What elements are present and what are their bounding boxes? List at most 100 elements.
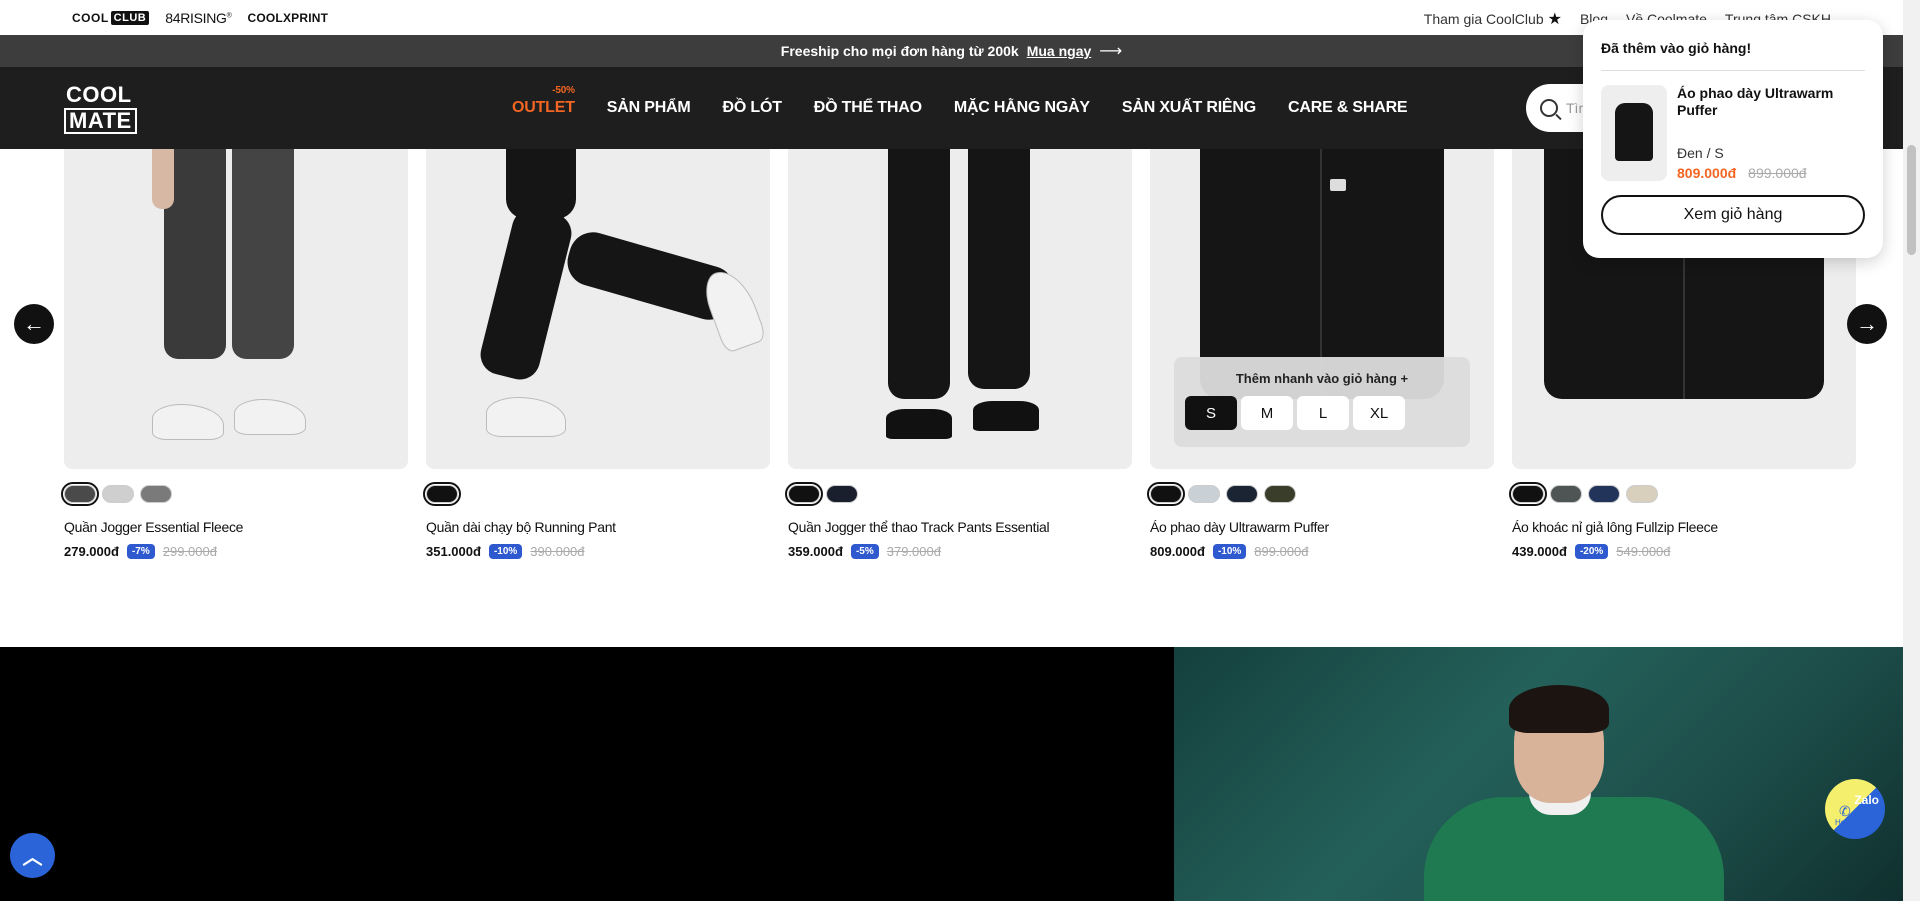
old-price: 299.000đ bbox=[162, 544, 217, 559]
product-name[interactable]: Áo phao dày Ultrawarm Puffer bbox=[1150, 519, 1494, 535]
color-swatch[interactable] bbox=[1626, 485, 1658, 503]
84rising-text: 84RISING bbox=[165, 10, 227, 26]
popup-product-thumbnail bbox=[1601, 85, 1667, 181]
old-price: 899.000đ bbox=[1254, 544, 1309, 559]
product-image[interactable] bbox=[426, 149, 770, 469]
size-option-l[interactable]: L bbox=[1297, 396, 1349, 430]
page-scrollbar[interactable] bbox=[1903, 0, 1920, 901]
color-swatch[interactable] bbox=[1226, 485, 1258, 503]
product-price: 439.000đ bbox=[1512, 544, 1567, 559]
color-swatch[interactable] bbox=[1550, 485, 1582, 503]
nav-item-outlet-label: OUTLET bbox=[512, 99, 575, 116]
popup-title: Đã thêm vào giỏ hàng! bbox=[1601, 40, 1865, 71]
back-to-top-button[interactable]: ︿ bbox=[10, 833, 55, 878]
old-price: 390.000đ bbox=[530, 544, 585, 559]
discount-badge: -10% bbox=[488, 544, 523, 559]
nav-item-products[interactable]: SẢN PHẨM bbox=[607, 99, 691, 117]
coolclub-brand-link[interactable]: COOL CLUB bbox=[72, 11, 150, 25]
product-card[interactable]: Quần Jogger thể thao Track Pants Essenti… bbox=[785, 149, 1132, 559]
color-swatches bbox=[61, 482, 408, 506]
discount-badge: -5% bbox=[850, 544, 879, 559]
view-cart-button[interactable]: Xem giỏ hàng bbox=[1601, 195, 1865, 235]
arrow-right-icon: ⟶ bbox=[1099, 43, 1123, 60]
nav-item-underwear[interactable]: ĐỒ LÓT bbox=[723, 99, 782, 117]
color-swatch[interactable] bbox=[1188, 485, 1220, 503]
coolxprint-brand-link[interactable]: COOLXPRINT bbox=[248, 11, 329, 25]
product-card[interactable]: Quần dài chạy bộ Running Pant 351.000đ -… bbox=[423, 149, 770, 559]
size-option-xl[interactable]: XL bbox=[1353, 396, 1405, 430]
product-card[interactable]: Quần Jogger Essential Fleece 279.000đ -7… bbox=[61, 149, 408, 559]
old-price: 549.000đ bbox=[1616, 544, 1671, 559]
popup-old-price: 899.000đ bbox=[1748, 165, 1807, 181]
search-icon bbox=[1540, 99, 1558, 117]
discount-badge: -20% bbox=[1574, 544, 1609, 559]
promo-banner bbox=[0, 647, 1903, 901]
nav-item-custom-production[interactable]: SẢN XUẤT RIÊNG bbox=[1122, 99, 1256, 117]
zalo-hotline-button[interactable]: Zalo ✆ Hotline bbox=[1825, 779, 1885, 839]
buy-now-link[interactable]: Mua ngay bbox=[1027, 43, 1092, 59]
zalo-label: Zalo bbox=[1854, 793, 1879, 807]
coolclub-text: COOL bbox=[72, 11, 109, 25]
arrow-left-icon: ← bbox=[23, 311, 45, 336]
product-prices: 279.000đ -7% 299.000đ bbox=[64, 544, 408, 559]
nav-item-care-share[interactable]: CARE & SHARE bbox=[1288, 99, 1408, 117]
color-swatch[interactable] bbox=[785, 482, 823, 506]
join-coolclub-link[interactable]: Tham gia CoolClub ★ bbox=[1424, 9, 1562, 29]
product-prices: 359.000đ -5% 379.000đ bbox=[788, 544, 1132, 559]
added-to-cart-popup: Đã thêm vào giỏ hàng! Áo phao dày Ultraw… bbox=[1583, 20, 1883, 258]
color-swatch[interactable] bbox=[1588, 485, 1620, 503]
discount-badge: -10% bbox=[1212, 544, 1247, 559]
product-price: 279.000đ bbox=[64, 544, 119, 559]
size-option-m[interactable]: M bbox=[1241, 396, 1293, 430]
quick-add-panel: Thêm nhanh vào giỏ hàng + S M L XL bbox=[1174, 357, 1470, 447]
color-swatch[interactable] bbox=[140, 485, 172, 503]
color-swatches bbox=[785, 482, 1132, 506]
old-price: 379.000đ bbox=[886, 544, 941, 559]
color-swatch[interactable] bbox=[1509, 482, 1547, 506]
main-nav: -50% OUTLET SẢN PHẨM ĐỒ LÓT ĐỒ THỂ THAO … bbox=[512, 67, 1408, 149]
carousel-prev-button[interactable]: ← bbox=[14, 304, 54, 344]
product-name[interactable]: Quần Jogger Essential Fleece bbox=[64, 519, 408, 535]
chevron-up-icon: ︿ bbox=[22, 847, 43, 869]
product-image[interactable] bbox=[788, 149, 1132, 469]
product-card[interactable]: Thêm nhanh vào giỏ hàng + S M L XL Áo ph… bbox=[1147, 149, 1494, 559]
product-image[interactable]: Thêm nhanh vào giỏ hàng + S M L XL bbox=[1150, 149, 1494, 469]
nav-item-outlet[interactable]: -50% OUTLET bbox=[512, 85, 575, 117]
product-prices: 809.000đ -10% 899.000đ bbox=[1150, 544, 1494, 559]
scrollbar-thumb[interactable] bbox=[1907, 145, 1916, 255]
nav-item-sportswear[interactable]: ĐỒ THỂ THAO bbox=[814, 99, 922, 117]
discount-badge: -7% bbox=[126, 544, 155, 559]
color-swatches bbox=[1147, 482, 1494, 506]
color-swatch[interactable] bbox=[423, 482, 461, 506]
color-swatches bbox=[1509, 482, 1856, 506]
registered-mark: ® bbox=[226, 12, 232, 20]
banner-photo bbox=[1174, 647, 1903, 901]
size-option-s[interactable]: S bbox=[1185, 396, 1237, 430]
logo-line-2: MATE bbox=[64, 108, 137, 134]
coolmate-logo[interactable]: COOL MATE bbox=[64, 84, 140, 134]
color-swatch[interactable] bbox=[1264, 485, 1296, 503]
product-prices: 439.000đ -20% 549.000đ bbox=[1512, 544, 1856, 559]
brand-links: COOL CLUB 84RISING® COOLXPRINT bbox=[72, 10, 328, 26]
popup-product-variant: Đen / S bbox=[1677, 145, 1724, 161]
product-price: 359.000đ bbox=[788, 544, 843, 559]
color-swatch[interactable] bbox=[826, 485, 858, 503]
popup-product-name: Áo phao dày Ultrawarm Puffer bbox=[1677, 85, 1834, 118]
size-options: S M L XL bbox=[1185, 396, 1470, 430]
84rising-brand-link[interactable]: 84RISING® bbox=[165, 10, 232, 26]
join-coolclub-label: Tham gia CoolClub bbox=[1423, 11, 1544, 27]
nav-item-everyday[interactable]: MẶC HẰNG NGÀY bbox=[954, 99, 1090, 117]
product-price: 351.000đ bbox=[426, 544, 481, 559]
product-image[interactable] bbox=[64, 149, 408, 469]
club-text: CLUB bbox=[110, 11, 150, 25]
hotline-label: Hotline bbox=[1835, 818, 1860, 827]
product-name[interactable]: Quần Jogger thể thao Track Pants Essenti… bbox=[788, 519, 1132, 535]
color-swatch[interactable] bbox=[102, 485, 134, 503]
color-swatches bbox=[423, 482, 770, 506]
color-swatch[interactable] bbox=[61, 482, 99, 506]
product-name[interactable]: Áo khoác nỉ giả lông Fullzip Fleece bbox=[1512, 519, 1856, 535]
carousel-next-button[interactable]: → bbox=[1847, 304, 1887, 344]
color-swatch[interactable] bbox=[1147, 482, 1185, 506]
product-name[interactable]: Quần dài chạy bộ Running Pant bbox=[426, 519, 770, 535]
arrow-right-icon: → bbox=[1856, 311, 1878, 336]
